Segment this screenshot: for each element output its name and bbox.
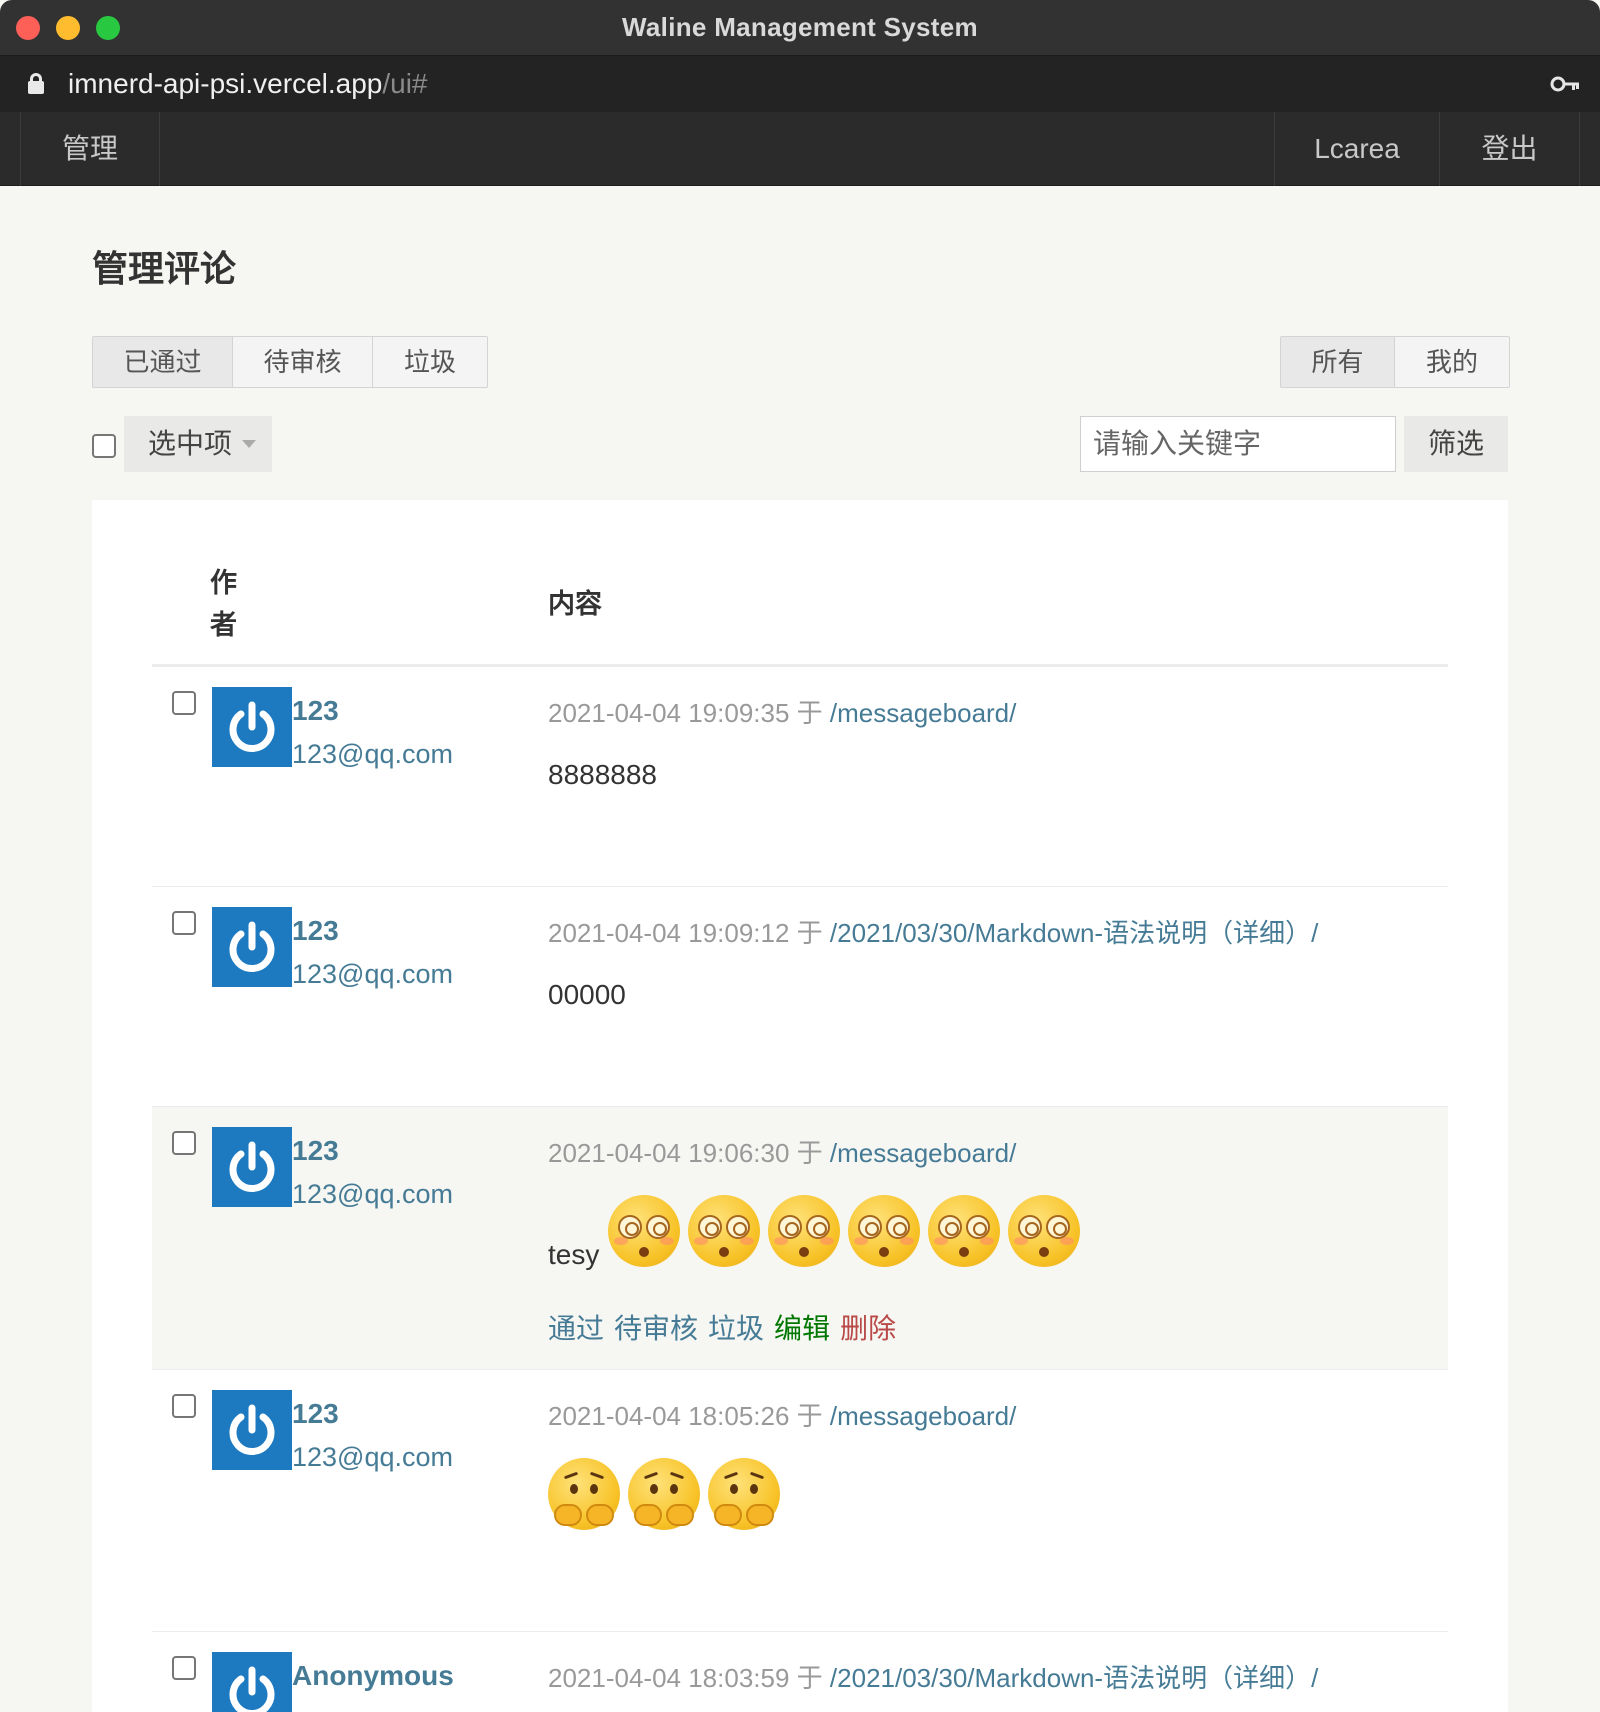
spam-action[interactable]: 垃圾 — [708, 1307, 764, 1347]
window-titlebar: Waline Management System — [0, 0, 1600, 56]
select-all-checkbox[interactable] — [92, 434, 116, 458]
url-bar[interactable]: imnerd-api-psi.vercel.app/ui# — [0, 56, 1600, 112]
window-title: Waline Management System — [622, 12, 978, 42]
comment-page-link[interactable]: /messageboard/ — [830, 1138, 1016, 1168]
nav-logout[interactable]: 登出 — [1440, 112, 1580, 186]
owner-tabs: 所有 我的 — [1280, 336, 1510, 388]
avatar — [212, 1390, 292, 1470]
filter-button[interactable]: 筛选 — [1404, 416, 1508, 472]
tab-approved[interactable]: 已通过 — [93, 337, 233, 387]
row-actions: 通过 待审核 垃圾 编辑 删除 — [548, 1307, 896, 1347]
nav-manage[interactable]: 管理 — [20, 112, 160, 186]
comment-text: 00000 — [548, 979, 626, 1010]
comment-row: 123 123@qq.com 2021-04-04 19:09:12 于 /20… — [152, 887, 1448, 1107]
author-email[interactable]: 123@qq.com — [292, 1179, 453, 1210]
meta-sep: 于 — [796, 698, 823, 728]
power-icon — [229, 921, 275, 972]
meta-sep: 于 — [796, 1401, 823, 1431]
approve-action[interactable]: 通过 — [548, 1307, 604, 1347]
comment-time: 2021-04-04 19:06:30 — [548, 1138, 790, 1168]
dizzy-face-emoji — [688, 1195, 760, 1267]
comment-meta: 2021-04-04 19:06:30 于 /messageboard/ — [548, 1133, 1016, 1170]
dizzy-face-emoji — [768, 1195, 840, 1267]
row-checkbox[interactable] — [172, 1394, 196, 1418]
comment-time: 2021-04-04 19:09:35 — [548, 698, 790, 728]
url-text[interactable]: imnerd-api-psi.vercel.app/ui# — [68, 68, 428, 100]
comment-meta: 2021-04-04 19:09:35 于 /messageboard/ — [548, 693, 1016, 730]
status-tabs: 已通过 待审核 垃圾 — [92, 336, 488, 388]
lock-icon — [28, 73, 44, 94]
power-icon — [229, 1666, 275, 1712]
scared-face-emoji — [628, 1458, 700, 1530]
comment-page-link[interactable]: /2021/03/30/Markdown-语法说明（详细）/ — [830, 1663, 1318, 1693]
comment-row: Anonymous 2021-04-04 18:03:59 于 /2021/03… — [152, 1632, 1448, 1712]
power-icon — [229, 1404, 275, 1455]
comment-page-link[interactable]: /2021/03/30/Markdown-语法说明（详细）/ — [830, 918, 1318, 948]
comment-emoji-row — [548, 1458, 780, 1530]
author-email[interactable]: 123@qq.com — [292, 1442, 453, 1473]
dizzy-face-emoji — [1008, 1195, 1080, 1267]
dizzy-face-emoji — [928, 1195, 1000, 1267]
comment-row: 123 123@qq.com 2021-04-04 18:05:26 于 /me… — [152, 1370, 1448, 1632]
scared-face-emoji — [548, 1458, 620, 1530]
comment-page-link[interactable]: /messageboard/ — [830, 698, 1016, 728]
comment-time: 2021-04-04 18:05:26 — [548, 1401, 790, 1431]
author-name[interactable]: 123 — [292, 695, 339, 727]
author-name[interactable]: 123 — [292, 1398, 339, 1430]
search-input[interactable] — [1080, 416, 1396, 472]
pending-action[interactable]: 待审核 — [614, 1307, 698, 1347]
nav-user[interactable]: Lcarea — [1274, 112, 1440, 186]
page-title: 管理评论 — [92, 248, 237, 289]
comment-page-link[interactable]: /messageboard/ — [830, 1401, 1016, 1431]
key-icon[interactable] — [1550, 74, 1580, 94]
comment-row-hovered: 123 123@qq.com 2021-04-04 19:06:30 于 /me… — [152, 1107, 1448, 1370]
comment-time: 2021-04-04 18:03:59 — [548, 1663, 790, 1693]
power-icon — [229, 701, 275, 752]
url-host: imnerd-api-psi.vercel.app — [68, 68, 383, 99]
dizzy-face-emoji — [848, 1195, 920, 1267]
tab-mine[interactable]: 我的 — [1395, 337, 1509, 387]
dizzy-face-emoji — [608, 1195, 680, 1267]
row-checkbox[interactable] — [172, 1131, 196, 1155]
author-email[interactable]: 123@qq.com — [292, 739, 453, 770]
avatar — [212, 1127, 292, 1207]
meta-sep: 于 — [796, 1138, 823, 1168]
author-name[interactable]: Anonymous — [292, 1660, 454, 1692]
comments-table: 作者 内容 123 123@qq.com 2021-04-04 19:09:35… — [92, 500, 1508, 1712]
url-path: /ui# — [382, 68, 428, 99]
comment-row: 123 123@qq.com 2021-04-04 19:09:35 于 /me… — [152, 667, 1448, 887]
avatar — [212, 907, 292, 987]
author-email[interactable]: 123@qq.com — [292, 959, 453, 990]
column-header-author: 作者 — [210, 568, 237, 640]
tab-all[interactable]: 所有 — [1281, 337, 1395, 387]
author-name[interactable]: 123 — [292, 915, 339, 947]
caret-down-icon — [242, 440, 256, 448]
scared-face-emoji — [708, 1458, 780, 1530]
tab-spam[interactable]: 垃圾 — [373, 337, 487, 387]
comment-meta: 2021-04-04 19:09:12 于 /2021/03/30/Markdo… — [548, 913, 1318, 950]
column-header-content: 内容 — [548, 589, 602, 619]
row-checkbox[interactable] — [172, 691, 196, 715]
comment-text: 8888888 — [548, 759, 658, 790]
power-icon — [229, 1141, 275, 1192]
selected-items-label: 选中项 — [148, 428, 233, 459]
comment-time: 2021-04-04 19:09:12 — [548, 918, 790, 948]
row-checkbox[interactable] — [172, 1656, 196, 1680]
app-navbar: 管理 Lcarea 登出 — [0, 112, 1600, 186]
comment-text: tesy — [548, 1239, 600, 1270]
comment-emoji-row — [608, 1195, 1080, 1267]
author-name[interactable]: 123 — [292, 1135, 339, 1167]
delete-action[interactable]: 删除 — [840, 1307, 896, 1347]
selected-items-dropdown[interactable]: 选中项 — [124, 416, 272, 472]
meta-sep: 于 — [796, 1663, 823, 1693]
row-checkbox[interactable] — [172, 911, 196, 935]
meta-sep: 于 — [796, 918, 823, 948]
avatar — [212, 687, 292, 767]
comment-meta: 2021-04-04 18:03:59 于 /2021/03/30/Markdo… — [548, 1658, 1318, 1695]
tab-pending[interactable]: 待审核 — [233, 337, 373, 387]
comment-meta: 2021-04-04 18:05:26 于 /messageboard/ — [548, 1396, 1016, 1433]
avatar — [212, 1652, 292, 1712]
edit-action[interactable]: 编辑 — [774, 1307, 830, 1347]
